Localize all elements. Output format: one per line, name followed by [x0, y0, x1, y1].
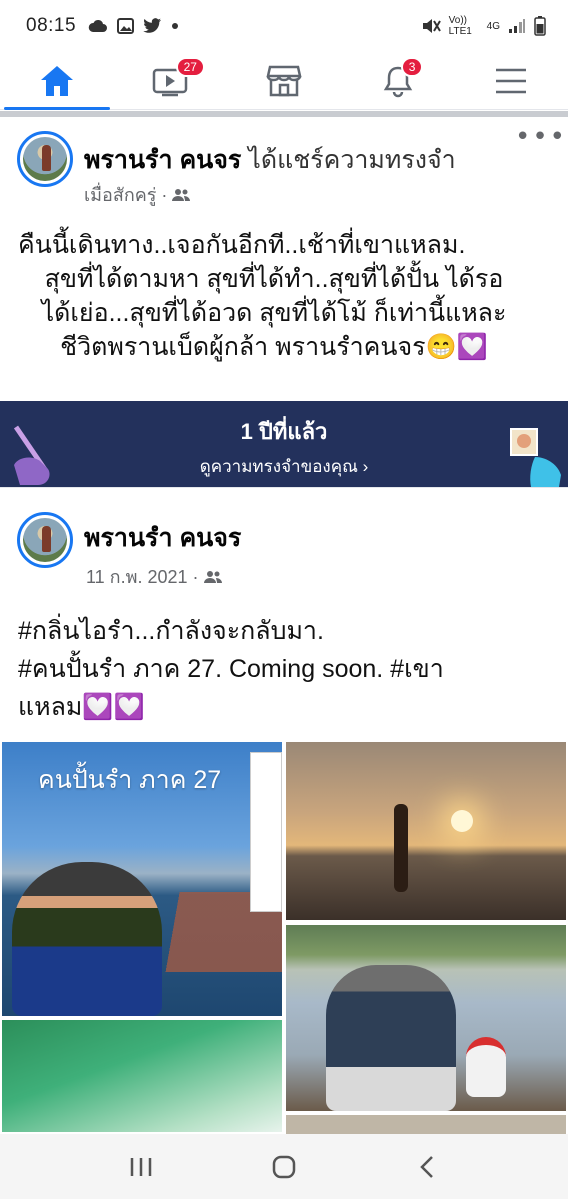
recent-apps-button[interactable]: [111, 1142, 171, 1192]
memory-link-label: ดูความทรงจำของคุณ: [199, 457, 358, 476]
watch-badge: 27: [175, 57, 205, 77]
post-meta: เมื่อสักครู่ ·: [84, 180, 191, 209]
shared-post-text: #กลิ่นไอรำ...กำลังจะกลับมา. #คนปั้นรำ ภา…: [18, 612, 444, 726]
tab-watch[interactable]: 27: [114, 52, 228, 109]
avatar[interactable]: [17, 131, 73, 187]
memory-title: 1 ปีที่แล้ว: [240, 419, 328, 444]
back-icon: [419, 1155, 433, 1178]
network-label: 4G: [486, 20, 500, 32]
feed-separator: [0, 111, 568, 117]
shared-post-time[interactable]: 11 ก.พ. 2021 ·: [86, 562, 199, 591]
divider: [0, 487, 568, 488]
signal-icon: [509, 19, 525, 33]
volte-label: Vo)) LTE1: [448, 15, 472, 37]
post-photo[interactable]: [286, 1115, 566, 1135]
tab-home[interactable]: [0, 52, 114, 110]
tab-menu[interactable]: [454, 52, 568, 109]
post-text: คืนนี้เดินทาง..เจอกันอีกที..เช้าที่เขาแห…: [0, 228, 548, 364]
shared-post-author[interactable]: พรานรำ คนจร: [84, 518, 241, 558]
post-author[interactable]: พรานรำ คนจร: [84, 146, 241, 174]
shared-post-meta: 11 ก.พ. 2021 ·: [86, 562, 223, 591]
post-time[interactable]: เมื่อสักครู่ ·: [84, 180, 167, 209]
battery-icon: [534, 16, 546, 36]
post-text-line: ชีวิตพรานเบ็ดผู้กล้า พรานรำคนจร😁💟: [60, 333, 488, 361]
top-nav: 27 3: [0, 52, 568, 110]
shared-avatar[interactable]: [17, 512, 73, 568]
friends-icon: [203, 570, 222, 583]
post-action: ได้แชร์ความทรงจำ: [248, 146, 456, 174]
friends-icon: [172, 188, 191, 201]
post-text-line: คืนนี้เดินทาง..เจอกันอีกที..เช้าที่เขาแห…: [18, 231, 466, 259]
twitter-icon: [143, 18, 162, 33]
post-text-line: สุขที่ได้ตามหา สุขที่ได้ทำ..สุขที่ได้ปั้…: [44, 265, 504, 293]
chevron-right-icon: ›: [362, 457, 369, 476]
memory-banner[interactable]: 1 ปีที่แล้ว ดูความทรงจำของคุณ ›: [0, 401, 568, 487]
notifications-badge: 3: [400, 57, 424, 77]
mute-icon: [422, 19, 441, 33]
hamburger-icon: [496, 68, 527, 93]
image-icon: [117, 18, 135, 34]
photo-hand-icon: [510, 428, 561, 487]
post-text-line: ได้เย่อ...สุขที่ได้อวด สุขที่ได้โม้ ก็เท…: [41, 299, 507, 327]
dot-icon: [172, 23, 179, 29]
post-photo[interactable]: [286, 925, 566, 1111]
post-author-line: พรานรำ คนจร ได้แชร์ความทรงจำ: [84, 140, 456, 180]
store-icon: [266, 65, 302, 96]
status-bar: 08:15 Vo)) LTE1 4G: [0, 0, 568, 52]
post-photo[interactable]: [286, 742, 566, 920]
shared-post-text-line: #กลิ่นไอรำ...กำลังจะกลับมา.: [18, 617, 324, 645]
recent-apps-icon: [131, 1157, 152, 1176]
post-photo[interactable]: [2, 1020, 282, 1132]
home-icon: [40, 65, 73, 96]
status-time: 08:15: [26, 15, 77, 36]
shared-post-text-line: แหลม💟💟: [18, 693, 145, 721]
more-options-icon[interactable]: •••: [515, 124, 567, 150]
home-circle-icon: [272, 1155, 296, 1178]
tab-notifications[interactable]: 3: [341, 52, 455, 109]
photo-caption: คนปั้นรำ ภาค 27: [38, 766, 222, 794]
shared-post-text-line: #คนปั้นรำ ภาค 27. Coming soon. #เขา: [18, 655, 444, 683]
cloud-icon: [88, 19, 108, 32]
system-nav-bar: [0, 1134, 568, 1199]
back-button[interactable]: [397, 1142, 457, 1192]
memory-link[interactable]: ดูความทรงจำของคุณ ›: [0, 453, 568, 480]
tab-marketplace[interactable]: [227, 52, 341, 109]
home-button[interactable]: [254, 1142, 314, 1192]
post-photo[interactable]: คนปั้นรำ ภาค 27: [2, 742, 282, 1016]
